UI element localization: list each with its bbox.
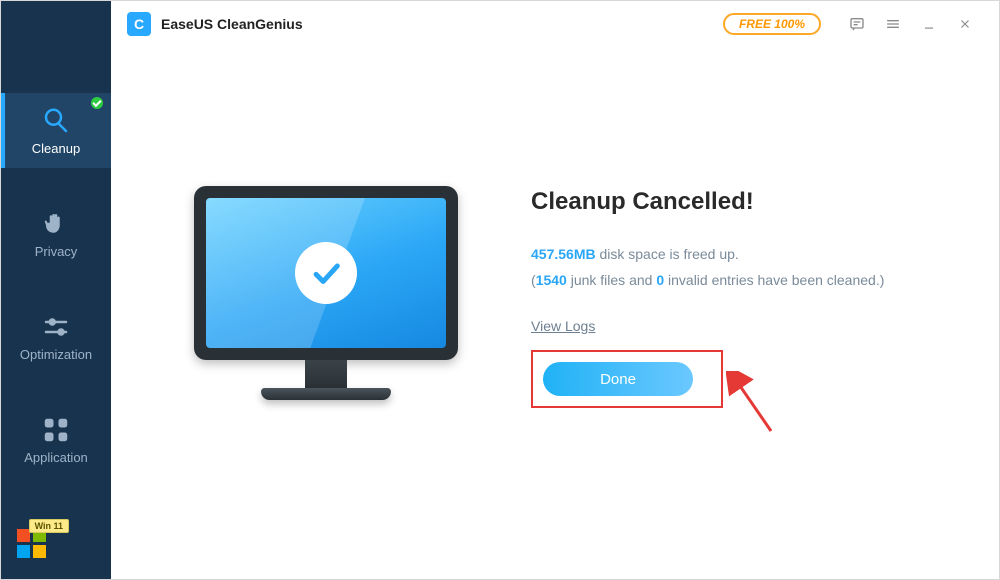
content: Cleanup Cancelled! 457.56MB disk space i… (111, 47, 999, 579)
apps-icon (41, 416, 71, 444)
freed-size-value: 457.56MB (531, 246, 596, 262)
app-title: EaseUS CleanGenius (161, 16, 303, 32)
result-title: Cleanup Cancelled! (531, 188, 959, 216)
windows-icon: Win 11 (17, 529, 47, 559)
sidebar-item-label: Application (24, 450, 88, 465)
titlebar: C EaseUS CleanGenius FREE 100% (111, 1, 999, 47)
minimize-button[interactable] (911, 10, 947, 38)
win-version-badge: Win 11 (29, 519, 69, 533)
sidebar-item-privacy[interactable]: Privacy (1, 196, 111, 271)
sidebar-item-cleanup[interactable]: Cleanup (1, 93, 111, 168)
invalid-count-value: 0 (656, 272, 664, 288)
done-button[interactable]: Done (543, 362, 693, 396)
sidebar: Cleanup Privacy Optimization (1, 1, 111, 579)
sidebar-item-label: Optimization (20, 347, 92, 362)
app-logo-icon: C (127, 12, 151, 36)
feedback-button[interactable] (839, 10, 875, 38)
sidebar-windows-button[interactable]: Win 11 (1, 529, 111, 579)
invalid-suffix-text: invalid entries have been cleaned.) (664, 272, 884, 288)
sidebar-item-optimization[interactable]: Optimization (1, 299, 111, 374)
annotation-highlight-box: Done (531, 350, 723, 408)
app-window: Cleanup Privacy Optimization (0, 0, 1000, 580)
menu-button[interactable] (875, 10, 911, 38)
result-panel: Cleanup Cancelled! 457.56MB disk space i… (501, 178, 959, 408)
sidebar-item-label: Cleanup (32, 141, 80, 156)
close-button[interactable] (947, 10, 983, 38)
freed-space-line: 457.56MB disk space is freed up. (531, 246, 959, 262)
monitor-illustration (151, 186, 501, 400)
free-badge[interactable]: FREE 100% (723, 13, 821, 35)
sidebar-item-label: Privacy (35, 244, 78, 259)
main-area: C EaseUS CleanGenius FREE 100% (111, 1, 999, 579)
freed-text: disk space is freed up. (596, 246, 739, 262)
junk-files-line: (1540 junk files and 0 invalid entries h… (531, 272, 959, 288)
app-logo-letter: C (134, 16, 144, 32)
brush-icon (41, 107, 71, 135)
junk-count-value: 1540 (536, 272, 567, 288)
check-badge-icon (91, 97, 103, 109)
done-button-label: Done (600, 371, 636, 388)
junk-mid-text: junk files and (567, 272, 657, 288)
view-logs-link[interactable]: View Logs (531, 318, 595, 334)
checkmark-icon (295, 242, 357, 304)
hand-icon (41, 210, 71, 238)
sidebar-item-application[interactable]: Application (1, 402, 111, 477)
sliders-icon (41, 313, 71, 341)
